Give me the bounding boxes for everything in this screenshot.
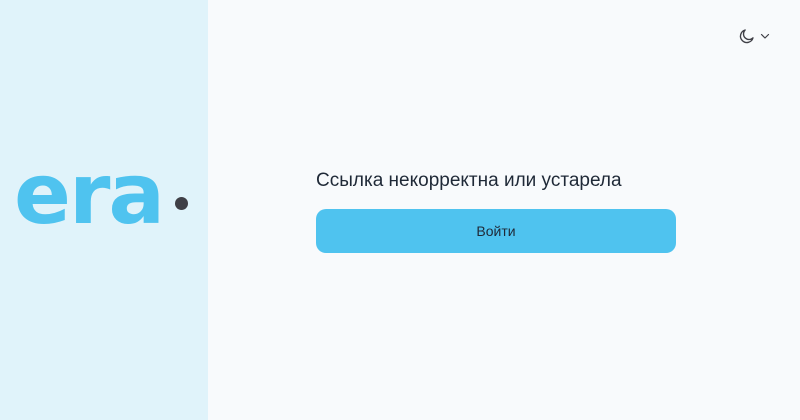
error-message: Ссылка некорректна или устарела — [316, 170, 622, 191]
logo-text: era — [14, 145, 165, 243]
chevron-down-icon — [759, 30, 771, 42]
main-area: Ссылка некорректна или устарела Войти — [208, 0, 800, 420]
brand-panel: era — [0, 0, 208, 420]
logo: era — [14, 145, 189, 243]
moon-icon — [738, 27, 756, 45]
message-card: Ссылка некорректна или устарела Войти — [316, 168, 676, 253]
theme-toggle-button[interactable] — [738, 27, 771, 45]
logo-dot — [175, 197, 189, 210]
page-root: era Ссылка некорректна или устарела Войт… — [0, 0, 800, 420]
login-button[interactable]: Войти — [316, 209, 676, 253]
